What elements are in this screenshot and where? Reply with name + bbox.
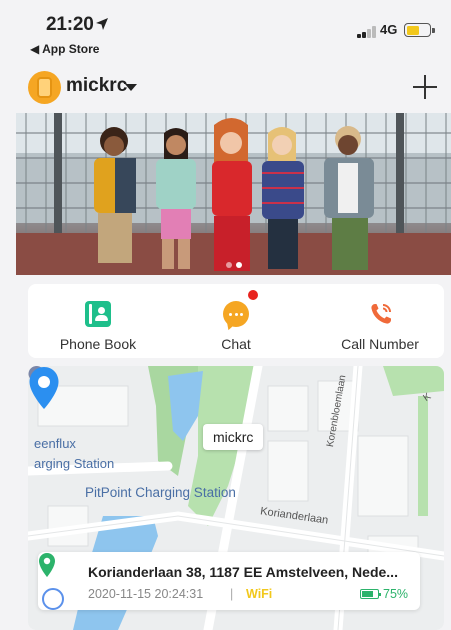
back-to-app-store[interactable]: ◀ App Store	[30, 42, 99, 56]
phone-book-label: Phone Book	[59, 336, 137, 352]
banner-dot-active[interactable]	[236, 262, 242, 268]
chat-button[interactable]: Chat	[178, 284, 294, 358]
device-marker-label: mickrc	[203, 424, 264, 450]
location-info-card[interactable]: Korianderlaan 38, 1187 EE Amstelveen, Ne…	[38, 552, 420, 610]
app-header: mickrc	[0, 62, 451, 112]
location-map-card[interactable]: eenflux arging Station PitPoint Charging…	[28, 366, 444, 630]
chat-label: Chat	[221, 336, 251, 352]
map-poi-label: PitPoint Charging Station	[85, 485, 236, 500]
network-type: 4G	[380, 22, 398, 37]
map-poi-label: arging Station	[34, 456, 115, 471]
battery-icon	[404, 23, 435, 37]
unread-badge	[248, 290, 258, 300]
call-number-button[interactable]: Call Number	[316, 284, 444, 358]
quick-actions: Phone Book Chat Call Number	[28, 284, 444, 358]
phonebook-icon	[85, 301, 111, 327]
map-pin-icon[interactable]	[28, 366, 60, 410]
promo-banner[interactable]	[16, 113, 451, 275]
watch-icon	[37, 77, 52, 98]
device-avatar[interactable]	[28, 71, 61, 104]
call-number-label: Call Number	[341, 336, 419, 352]
device-battery-icon	[360, 589, 381, 599]
location-timestamp: 2020-11-15 20:24:31	[88, 587, 204, 601]
location-pin-icon	[39, 553, 55, 577]
phone-book-button[interactable]: Phone Book	[38, 284, 158, 358]
recenter-location-button[interactable]	[42, 588, 64, 610]
chat-icon	[223, 301, 249, 327]
signal-icon	[357, 26, 379, 38]
banner-pagination[interactable]	[226, 262, 246, 270]
phone-call-icon	[371, 304, 391, 324]
add-button[interactable]	[412, 74, 438, 100]
location-arrow-icon	[96, 18, 108, 30]
location-address: Korianderlaan 38, 1187 EE Amstelveen, Ne…	[88, 564, 398, 580]
status-time: 21:20	[46, 14, 94, 35]
status-bar: 21:20 ◀ App Store 4G	[0, 0, 451, 62]
map-poi-label: eenflux	[34, 436, 76, 451]
caret-down-icon[interactable]	[125, 84, 137, 91]
device-battery-percent: 75%	[383, 587, 409, 601]
banner-dot[interactable]	[226, 262, 232, 268]
separator: |	[230, 587, 234, 601]
device-name[interactable]: mickrc	[66, 75, 127, 97]
location-source: WiFi	[246, 587, 273, 601]
banner-photo	[16, 113, 451, 275]
